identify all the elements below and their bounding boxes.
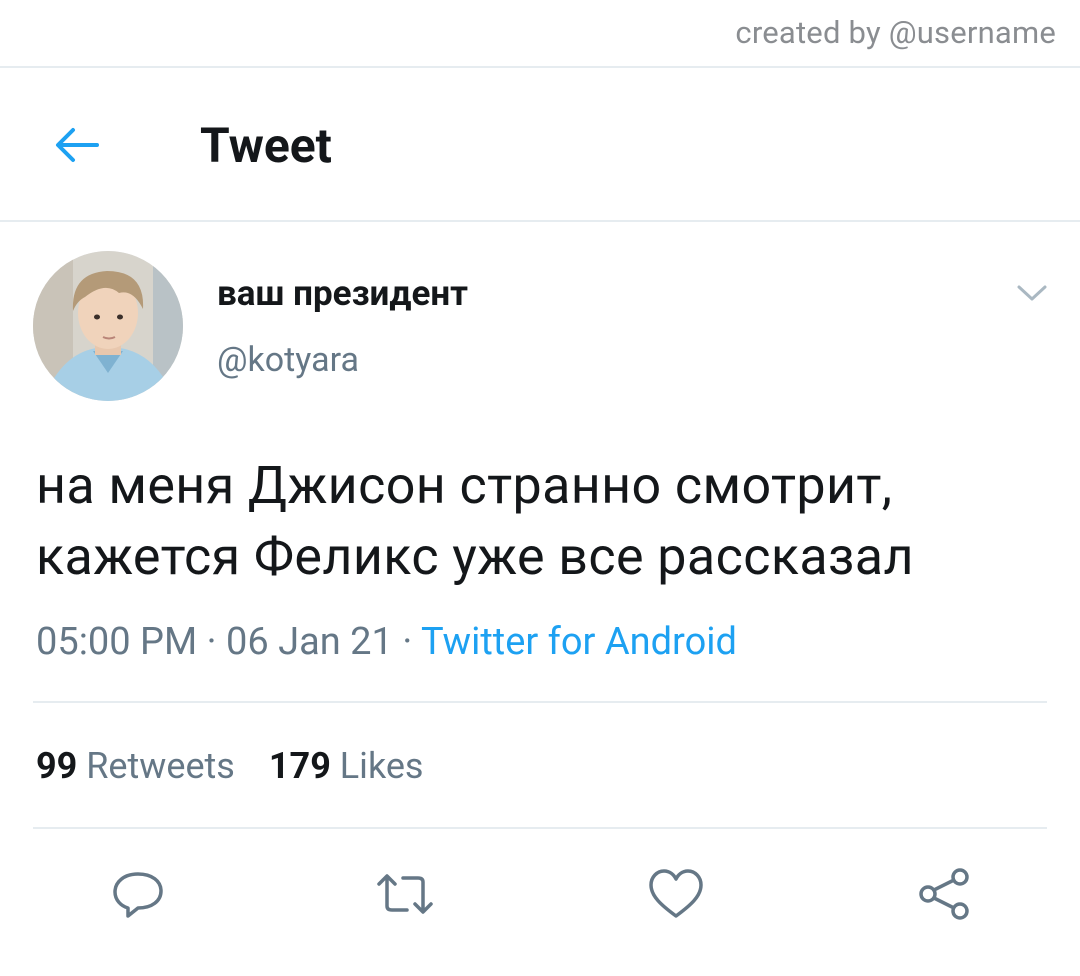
like-button[interactable] xyxy=(644,862,708,926)
divider xyxy=(33,827,1047,829)
meta-separator: · xyxy=(392,620,421,664)
more-options-button[interactable] xyxy=(1012,278,1052,308)
divider xyxy=(0,220,1080,222)
divider xyxy=(0,66,1080,68)
likes-stat[interactable]: 179 Likes xyxy=(269,745,424,787)
retweets-stat[interactable]: 99 Retweets xyxy=(36,745,235,787)
meta-separator: · xyxy=(197,620,226,664)
tweet-stats: 99 Retweets 179 Likes xyxy=(36,742,424,790)
page-title: Tweet xyxy=(200,117,332,174)
likes-label: Likes xyxy=(339,745,424,787)
back-button[interactable] xyxy=(50,120,104,170)
avatar[interactable] xyxy=(33,251,183,401)
chevron-down-icon xyxy=(1017,285,1047,301)
retweets-count: 99 xyxy=(36,745,78,787)
user-handle[interactable]: @kotyara xyxy=(217,338,359,382)
divider xyxy=(33,701,1047,703)
tweet-text-line: кажется Феликс уже все рассказал xyxy=(36,526,914,587)
share-icon xyxy=(919,868,969,920)
arrow-left-icon xyxy=(56,128,99,162)
retweets-label: Retweets xyxy=(86,745,235,787)
reply-icon xyxy=(113,872,163,918)
display-name[interactable]: ваш президент xyxy=(217,272,468,316)
reply-button[interactable] xyxy=(106,862,170,926)
share-button[interactable] xyxy=(912,862,976,926)
credit-text: created by @username xyxy=(735,14,1056,51)
tweet-time: 05:00 PM xyxy=(36,620,198,664)
tweet-text: на меня Джисон странно смотрит, кажется … xyxy=(36,450,1056,592)
retweet-icon xyxy=(377,874,433,914)
tweet-date: 06 Jan 21 xyxy=(225,620,393,664)
likes-count: 179 xyxy=(268,745,331,787)
tweet-meta: 05:00 PM · 06 Jan 21 · Twitter for Andro… xyxy=(36,617,737,667)
tweet-source-link[interactable]: Twitter for Android xyxy=(421,620,737,664)
retweet-button[interactable] xyxy=(373,862,437,926)
tweet-text-line: на меня Джисон странно смотрит, xyxy=(36,455,893,516)
like-icon xyxy=(649,869,703,918)
